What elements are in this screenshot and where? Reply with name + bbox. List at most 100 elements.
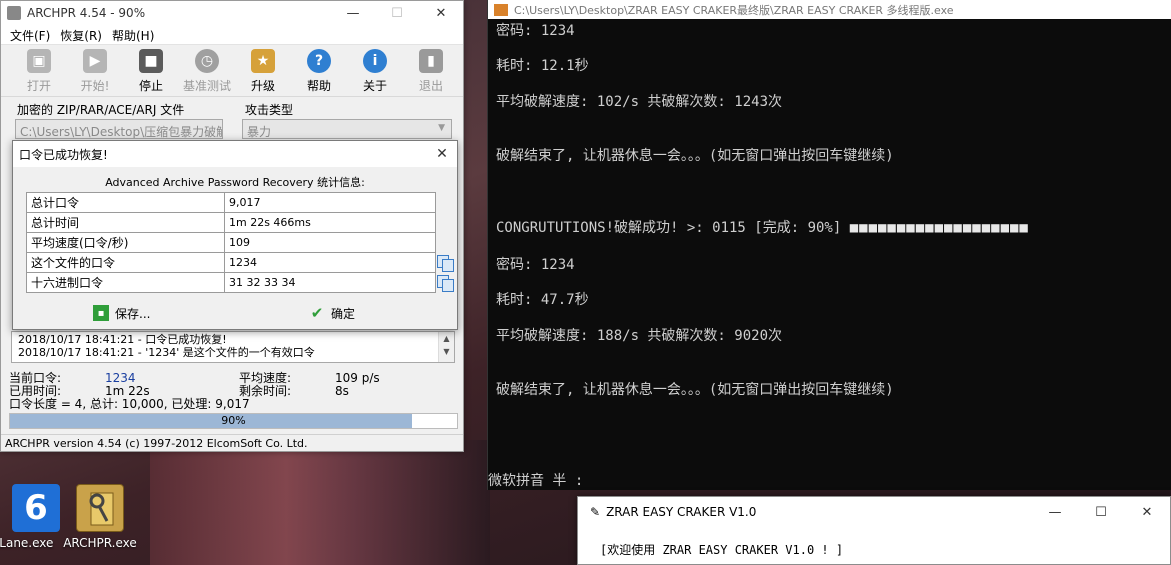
log-line: 2018/10/17 18:41:21 - 口令已成功恢复! [18,333,227,346]
menu-recovery[interactable]: 恢复(R) [55,25,107,44]
stat-key: 平均速度(口令/秒) [26,232,225,253]
progress-text: 90% [221,414,246,427]
attack-type-value: 暴力 [247,125,272,139]
table-row: 平均速度(口令/秒) 109 [26,232,436,253]
feather-icon: ✎ [590,505,601,519]
open-icon: ▣ [27,49,51,73]
stat-key: 十六进制口令 [26,272,225,293]
console-success-text: CONGRUTUTIONS!破解成功! >: 0115 [完成: 90%] [496,220,850,236]
console-line: 平均破解速度: 102/s 共破解次数: 1243次 [496,94,783,110]
archpr-toolbar: ▣ 打开 ▶ 开始! ■ 停止 ◷ 基准测试 ★ 升级 ? 帮助 i 关于 ▮ 退出 [1,45,463,97]
zrar-welcome-text: [欢迎使用 ZRAR EASY CRAKER V1.0 ! ] [600,543,844,557]
stat-value: 9,017 [224,192,436,213]
desktop-icon-label: ftLane.exe [0,536,54,550]
dialog-titlebar[interactable]: 口令已成功恢复! ✕ [13,141,457,167]
save-icon: ▪ [93,305,109,321]
attack-type-label: 攻击类型 [245,103,294,117]
console-app-icon [494,3,508,16]
stats-table: 总计口令 9,017 总计时间 1m 22s 466ms 平均速度(口令/秒) 109… [26,192,436,293]
about-icon: i [363,49,387,73]
maximize-icon[interactable]: ☐ [375,1,419,25]
maximize-icon[interactable]: ☐ [1078,505,1124,520]
copy-password-icon[interactable] [437,255,454,272]
attack-type-select[interactable]: 暴力 ▼ [242,119,452,139]
help-icon: ? [307,49,331,73]
encrypted-file-label: 加密的 ZIP/RAR/ACE/ARJ 文件 [17,103,185,117]
archpr-menubar: 文件(F) 恢复(R) 帮助(H) [1,25,463,45]
help-button[interactable]: ? 帮助 [291,45,347,96]
menu-help[interactable]: 帮助(H) [107,25,159,44]
ime-status: 微软拼音 半 : [488,473,584,489]
encrypted-file-input[interactable]: C:\Users\LY\Desktop\压缩包暴力破解器 [15,119,223,139]
dialog-title: 口令已成功恢复! [19,147,108,162]
table-row: 这个文件的口令 1234 [26,252,436,273]
console-line: 平均破解速度: 188/s 共破解次数: 9020次 [496,328,783,344]
password-recovered-dialog: 口令已成功恢复! ✕ Advanced Archive Password Rec… [12,140,458,330]
upgrade-button[interactable]: ★ 升级 [235,45,291,96]
check-icon: ✔ [310,304,324,322]
log-scrollbar[interactable]: ▲ ▼ [438,332,454,362]
table-row: 总计时间 1m 22s 466ms [26,212,436,233]
progress-bar: 90% [9,413,458,429]
chevron-down-icon: ▼ [438,123,445,133]
console-line: 破解结束了, 让机器休息一会。。。(如无窗口弹出按回车键继续) [496,148,894,164]
stat-key: 总计时间 [26,212,225,233]
wallpaper-glow [150,440,490,565]
stop-button[interactable]: ■ 停止 [123,45,179,96]
exit-button[interactable]: ▮ 退出 [403,45,459,96]
start-icon: ▶ [83,49,107,73]
zrar-titlebar[interactable]: ✎ ZRAR EASY CRAKER V1.0 — ☐ ✕ [578,497,1170,527]
console-title: C:\Users\LY\Desktop\ZRAR EASY CRAKER最终版\… [514,3,954,17]
desktop-icon-ftlane[interactable]: 6 ftLane.exe [0,484,62,550]
console-line: 密码: 1234 [496,257,575,273]
ftlane-app-icon: 6 [12,484,60,532]
stop-icon: ■ [139,49,163,73]
ok-button[interactable]: ✔ 确定 [309,301,355,325]
console-progress-blocks: ■■■■■■■■■■■■■■■■■■■ [849,220,1029,236]
zrar-title: ZRAR EASY CRAKER V1.0 [606,505,757,519]
archpr-title: ARCHPR 4.54 - 90% [27,6,146,20]
console-line: 耗时: 47.7秒 [496,292,589,308]
stat-key: 这个文件的口令 [26,252,225,273]
stat-value: 1234 [224,252,436,273]
desktop-icon-archpr[interactable]: ARCHPR.exe [60,484,140,550]
console-line: 密码: 1234 [496,23,575,39]
archpr-app-icon [76,484,124,532]
archpr-titlebar[interactable]: ARCHPR 4.54 - 90% — ☐ ✕ [1,1,463,25]
console-window: C:\Users\LY\Desktop\ZRAR EASY CRAKER最终版\… [487,0,1171,490]
log-box[interactable]: 2018/10/17 18:41:21 - 口令已成功恢复! 2018/10/1… [11,331,455,363]
stat-value: 109 [224,232,436,253]
dialog-heading: Advanced Archive Password Recovery 统计信息: [105,176,365,189]
open-button[interactable]: ▣ 打开 [11,45,67,96]
start-button[interactable]: ▶ 开始! [67,45,123,96]
stat-value: 1m 22s 466ms [224,212,436,233]
status-bar: ARCHPR version 4.54 (c) 1997-2012 ElcomS… [1,434,463,452]
close-icon[interactable]: ✕ [419,1,463,25]
zrar-small-window: ✎ ZRAR EASY CRAKER V1.0 — ☐ ✕ [欢迎使用 ZRAR… [577,496,1171,565]
stat-length-line: 口令长度 = 4, 总计: 10,000, 已处理: 9,017 [9,397,250,411]
archpr-app-icon [7,6,21,20]
stat-remaining: 8s [335,384,349,398]
ok-button-label: 确定 [331,306,356,321]
minimize-icon[interactable]: — [331,1,375,25]
console-line: 破解结束了, 让机器休息一会。。。(如无窗口弹出按回车键继续) [496,382,894,398]
console-line: 耗时: 12.1秒 [496,58,589,74]
console-titlebar[interactable]: C:\Users\LY\Desktop\ZRAR EASY CRAKER最终版\… [488,0,1171,19]
console-line-progress: CONGRUTUTIONS!破解成功! >: 0115 [完成: 90%] ■■… [496,217,1029,237]
stat-value: 31 32 33 34 [224,272,436,293]
benchmark-button[interactable]: ◷ 基准测试 [179,45,235,96]
close-icon[interactable]: ✕ [1124,505,1170,520]
stat-key: 总计口令 [26,192,225,213]
exit-icon: ▮ [419,49,443,73]
menu-file[interactable]: 文件(F) [5,25,55,44]
save-button[interactable]: ▪ 保存... [93,301,150,325]
about-button[interactable]: i 关于 [347,45,403,96]
close-icon[interactable]: ✕ [427,146,457,162]
benchmark-icon: ◷ [195,49,219,73]
upgrade-icon: ★ [251,49,275,73]
minimize-icon[interactable]: — [1032,505,1078,520]
copy-hex-icon[interactable] [437,275,454,292]
table-row: 总计口令 9,017 [26,192,436,213]
save-button-label: 保存... [115,306,151,321]
table-row: 十六进制口令 31 32 33 34 [26,272,436,293]
